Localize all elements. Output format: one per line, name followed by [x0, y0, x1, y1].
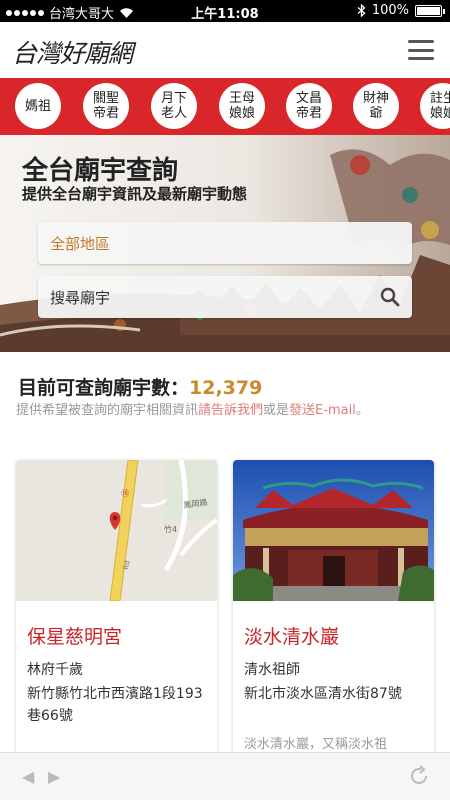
region-select[interactable]: 全部地區 — [38, 222, 412, 264]
battery-group: 100% — [357, 3, 445, 18]
hamburger-icon-line — [408, 48, 434, 52]
tell-us-link[interactable]: 請告訴我們 — [198, 403, 263, 418]
battery-icon — [415, 4, 445, 17]
deity-item-zhusheng[interactable]: 註生娘娘 — [420, 83, 450, 129]
battery-fill — [417, 6, 440, 15]
temple-card[interactable]: ⑲ Rd 竹4 鳳岡路 保星慈明宮 林府千歲 新竹縣竹北市西濱路1段193巷66… — [16, 460, 217, 760]
region-select-value: 全部地區 — [50, 234, 111, 253]
temple-map-thumbnail: ⑲ Rd 竹4 鳳岡路 — [16, 460, 217, 601]
send-email-link[interactable]: 發送E-mail — [289, 403, 356, 418]
deity-item-caishen[interactable]: 財神爺 — [353, 83, 399, 129]
temple-name[interactable]: 保星慈明宮 — [27, 622, 122, 649]
site-logo[interactable]: 台灣好廟網 — [12, 34, 133, 70]
temple-count-label: 目前可查詢廟宇數： — [18, 377, 190, 399]
svg-text:Rd: Rd — [122, 560, 131, 571]
temple-search-input[interactable]: 搜尋廟宇 — [38, 276, 412, 318]
temple-description: 淡水清水巖，又稱淡水祖 — [244, 737, 388, 752]
temple-deity: 清水祖師 — [244, 662, 300, 678]
site-header: 台灣好廟網 — [0, 22, 450, 78]
deity-item-yuelao[interactable]: 月下老人 — [151, 83, 197, 129]
temple-photo — [233, 460, 434, 601]
search-icon[interactable] — [380, 287, 400, 307]
status-bar: 台湾大哥大 上午11:08 100% — [0, 0, 450, 22]
hamburger-icon-line — [408, 40, 434, 43]
temple-address: 新北市淡水區清水街87號 — [244, 686, 402, 702]
bluetooth-icon — [357, 4, 366, 17]
deity-item-guandi[interactable]: 關聖帝君 — [83, 83, 129, 129]
temple-deity: 林府千歲 — [27, 662, 83, 678]
deity-item-mazu[interactable]: 媽祖 — [15, 83, 61, 129]
deity-item-wangmu[interactable]: 王母娘娘 — [219, 83, 265, 129]
deity-category-bar: 媽祖 關聖帝君 月下老人 王母娘娘 文昌帝君 財神爺 註生娘娘 — [0, 78, 450, 135]
temple-card[interactable]: 淡水清水巖 清水祖師 新北市淡水區清水街87號 淡水清水巖，又稱淡水祖 — [233, 460, 434, 760]
battery-percent: 100% — [371, 3, 409, 18]
desc-end: 。 — [355, 403, 369, 418]
forward-arrow-icon[interactable]: ▶ — [48, 767, 60, 786]
back-arrow-icon[interactable]: ◀ — [22, 767, 34, 786]
search-placeholder: 搜尋廟宇 — [50, 288, 111, 307]
hero-search-banner: 全台廟宇查詢 提供全台廟宇資訊及最新廟宇動態 全部地區 搜尋廟宇 — [0, 135, 450, 352]
temple-address: 新竹縣竹北市西濱路1段193巷66號 — [27, 686, 203, 724]
hero-subtitle: 提供全台廟宇資訊及最新廟宇動態 — [22, 185, 248, 203]
svg-text:⑲: ⑲ — [121, 489, 129, 498]
desc-prefix: 提供希望被查詢的廟宇相關資訊 — [16, 403, 199, 418]
browser-toolbar: ◀ ▶ — [0, 752, 450, 800]
hamburger-menu-button[interactable] — [408, 40, 434, 60]
hamburger-icon-line — [408, 57, 434, 60]
reload-icon[interactable] — [408, 765, 430, 787]
temple-name[interactable]: 淡水清水巖 — [244, 622, 339, 649]
temple-count-value: 12,379 — [189, 377, 263, 399]
temple-count-heading: 目前可查詢廟宇數：12,379 — [18, 373, 262, 400]
map-label-road: 竹4 — [164, 524, 177, 534]
deity-item-wenchang[interactable]: 文昌帝君 — [286, 83, 332, 129]
desc-mid: 或是 — [263, 403, 290, 418]
hero-title: 全台廟宇查詢 — [22, 156, 179, 186]
page: 台湾大哥大 上午11:08 100% 台灣好廟網 媽祖 關聖帝君 月下老人 王母… — [0, 0, 450, 800]
temple-count-description: 提供希望被查詢的廟宇相關資訊請告訴我們或是發送E-mail。 — [16, 402, 430, 419]
